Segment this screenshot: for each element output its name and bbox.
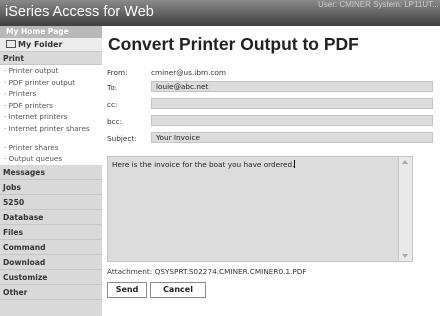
attachment-label: Attachment: bbox=[107, 267, 153, 276]
message-textarea[interactable]: Here is the invoice for the boat you hav… bbox=[107, 156, 413, 262]
sidebar-section-files[interactable]: Files bbox=[0, 225, 102, 240]
scroll-up-arrow-icon[interactable] bbox=[402, 160, 408, 164]
from-value: cminer@us.ibm.com bbox=[151, 68, 226, 77]
app-title: iSeries Access for Web bbox=[5, 4, 154, 20]
to-field[interactable]: louie@abc.net bbox=[151, 81, 433, 92]
sidebar-section-jobs[interactable]: Jobs bbox=[0, 180, 102, 195]
sidebar-section-customize[interactable]: Customize bbox=[0, 270, 102, 285]
subject-field[interactable]: Your Invoice bbox=[151, 132, 433, 143]
sidebar-item-output-queues[interactable]: · Output queues bbox=[0, 153, 102, 165]
sidebar-section-print[interactable]: Print bbox=[0, 52, 102, 65]
sidebar-item-pdf-printer-output[interactable]: · PDF printer output bbox=[0, 76, 102, 88]
attachment-info: Attachment: QSYSPRT.S02274.CMINER.CMINER… bbox=[107, 267, 307, 276]
to-label: To: bbox=[107, 83, 118, 92]
from-label: From: bbox=[107, 68, 128, 77]
send-button[interactable]: Send bbox=[107, 282, 147, 298]
message-scrollbar[interactable] bbox=[398, 157, 412, 261]
sidebar-item-printer-shares[interactable]: · Printer shares bbox=[0, 141, 102, 153]
sidebar-section-command[interactable]: Command bbox=[0, 240, 102, 255]
sidebar-section-download[interactable]: Download bbox=[0, 255, 102, 270]
sidebar-item-pdf-printers[interactable]: · PDF printers bbox=[0, 99, 102, 111]
user-system-info: User: CMINER System: LP11UT... bbox=[318, 0, 439, 9]
sidebar-item-folder[interactable]: My Folder bbox=[0, 38, 102, 52]
app-header: iSeries Access for Web User: CMINER Syst… bbox=[0, 0, 440, 26]
sidebar-item-label: My Folder bbox=[18, 40, 63, 49]
sidebar-section-messages[interactable]: Messages bbox=[0, 165, 102, 180]
message-text: Here is the invoice for the boat you hav… bbox=[112, 160, 295, 169]
bcc-label: bcc: bbox=[107, 117, 123, 126]
subject-label: Subject: bbox=[107, 134, 137, 143]
sidebar-item-internet-printer-shares[interactable]: · Internet printer shares bbox=[0, 122, 102, 142]
sidebar-item-printer-output[interactable]: · Printer output bbox=[0, 65, 102, 77]
bcc-field[interactable] bbox=[151, 115, 433, 126]
sidebar-section-other[interactable]: Other bbox=[0, 285, 102, 300]
main-content: Convert Printer Output to PDF From: cmin… bbox=[102, 26, 440, 316]
sidebar-item-internet-printers[interactable]: · Internet printers bbox=[0, 111, 102, 123]
attachment-filename: QSYSPRT.S02274.CMINER.CMINER0.1.PDF bbox=[154, 267, 307, 276]
sidebar-section-5250[interactable]: 5250 bbox=[0, 195, 102, 210]
text-cursor bbox=[294, 160, 296, 168]
cc-field[interactable] bbox=[151, 98, 433, 109]
folder-icon bbox=[6, 40, 16, 48]
sidebar-item-printers[interactable]: · Printers bbox=[0, 88, 102, 100]
sidebar-section-database[interactable]: Database bbox=[0, 210, 102, 225]
page-title: Convert Printer Output to PDF bbox=[108, 34, 359, 54]
cancel-button[interactable]: Cancel bbox=[150, 282, 206, 298]
cc-label: cc: bbox=[107, 100, 118, 109]
sidebar-item-home[interactable]: My Home Page bbox=[0, 26, 102, 38]
scroll-down-arrow-icon[interactable] bbox=[402, 254, 408, 258]
sidebar: My Home Page My Folder Print · Printer o… bbox=[0, 26, 102, 316]
